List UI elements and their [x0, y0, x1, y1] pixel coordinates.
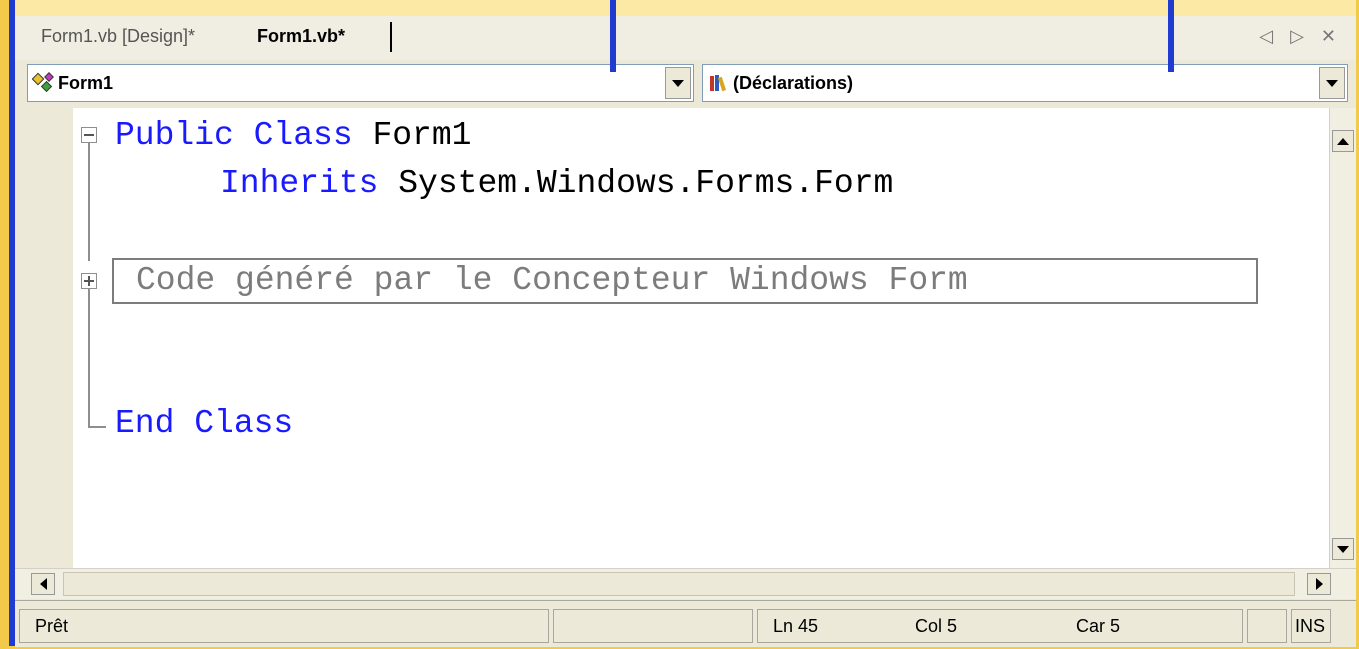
tab-form1-design[interactable]: Form1.vb [Design]*: [41, 16, 195, 60]
code-editor[interactable]: Public Class Form1 Inherits System.Windo…: [15, 108, 1356, 568]
horizontal-scrollbar[interactable]: [15, 568, 1356, 599]
horizontal-scroll-thumb[interactable]: [63, 572, 1295, 596]
status-panel-spacer: [1247, 609, 1287, 643]
arrow-up-icon: [1337, 137, 1349, 145]
outline-end-marker: [88, 416, 106, 428]
code-line-inherits: Inherits System.Windows.Forms.Form: [220, 164, 893, 204]
arrow-left-icon: [39, 578, 47, 590]
collapsed-region[interactable]: Code généré par le Concepteur Windows Fo…: [112, 258, 1258, 304]
region-label: Code généré par le Concepteur Windows Fo…: [136, 262, 968, 299]
collapse-class-icon[interactable]: [81, 127, 97, 143]
status-column: Col 5: [915, 616, 958, 636]
scroll-right-button[interactable]: [1307, 573, 1331, 595]
scroll-up-button[interactable]: [1332, 130, 1354, 152]
status-panel-position: [757, 609, 1243, 643]
status-panel-empty: [553, 609, 753, 643]
status-panel-message: [19, 609, 549, 643]
expand-region-icon[interactable]: [81, 273, 97, 289]
chevron-down-icon: [1326, 79, 1338, 87]
status-bar: Prêt Ln 45 Col 5 Car 5 INS: [15, 600, 1356, 647]
keyword: Public Class: [115, 117, 353, 154]
class-name-combo[interactable]: Form1: [27, 64, 694, 102]
class-icon: [32, 72, 54, 93]
editor-left-margin: [15, 108, 73, 568]
identifier: System.Windows.Forms.Form: [398, 165, 894, 202]
status-insert-mode: INS: [1295, 616, 1326, 636]
chevron-down-icon: [672, 79, 684, 87]
declarations-icon: [710, 75, 727, 92]
member-name-combo[interactable]: (Déclarations): [702, 64, 1348, 102]
tab-form1-code[interactable]: Form1.vb*: [257, 16, 345, 60]
tab-navigation-controls[interactable]: ◁ ▷ ✕: [1259, 16, 1342, 60]
class-combo-dropdown-button[interactable]: [665, 67, 691, 99]
member-combo-value: (Déclarations): [733, 73, 854, 93]
tab-separator: [390, 22, 392, 52]
vertical-scrollbar[interactable]: [1329, 108, 1356, 568]
code-line-class-declaration: Public Class Form1: [115, 116, 471, 156]
scroll-down-button[interactable]: [1332, 538, 1354, 560]
left-border-stripe: [0, 0, 9, 649]
class-combo-value: Form1: [58, 73, 114, 93]
status-message: Prêt: [35, 616, 69, 636]
arrow-down-icon: [1337, 545, 1349, 553]
member-combo-dropdown-button[interactable]: [1319, 67, 1345, 99]
outline-guide: [88, 289, 90, 417]
identifier: Form1: [372, 117, 472, 154]
code-line-end-class: End Class: [115, 405, 294, 442]
status-char: Car 5: [1076, 616, 1121, 636]
status-line: Ln 45: [773, 616, 819, 636]
arrow-right-icon: [1315, 578, 1323, 590]
callout-line-member-combo: [1168, 0, 1174, 72]
navigation-combo-row: Form1 (Déclarations): [15, 60, 1356, 108]
scroll-left-button[interactable]: [31, 573, 55, 595]
callout-line-class-combo: [610, 0, 616, 72]
document-tab-bar: Form1.vb [Design]* Form1.vb* ◁ ▷ ✕: [15, 16, 1356, 61]
outline-guide: [88, 143, 90, 261]
keyword: Inherits: [220, 165, 379, 202]
